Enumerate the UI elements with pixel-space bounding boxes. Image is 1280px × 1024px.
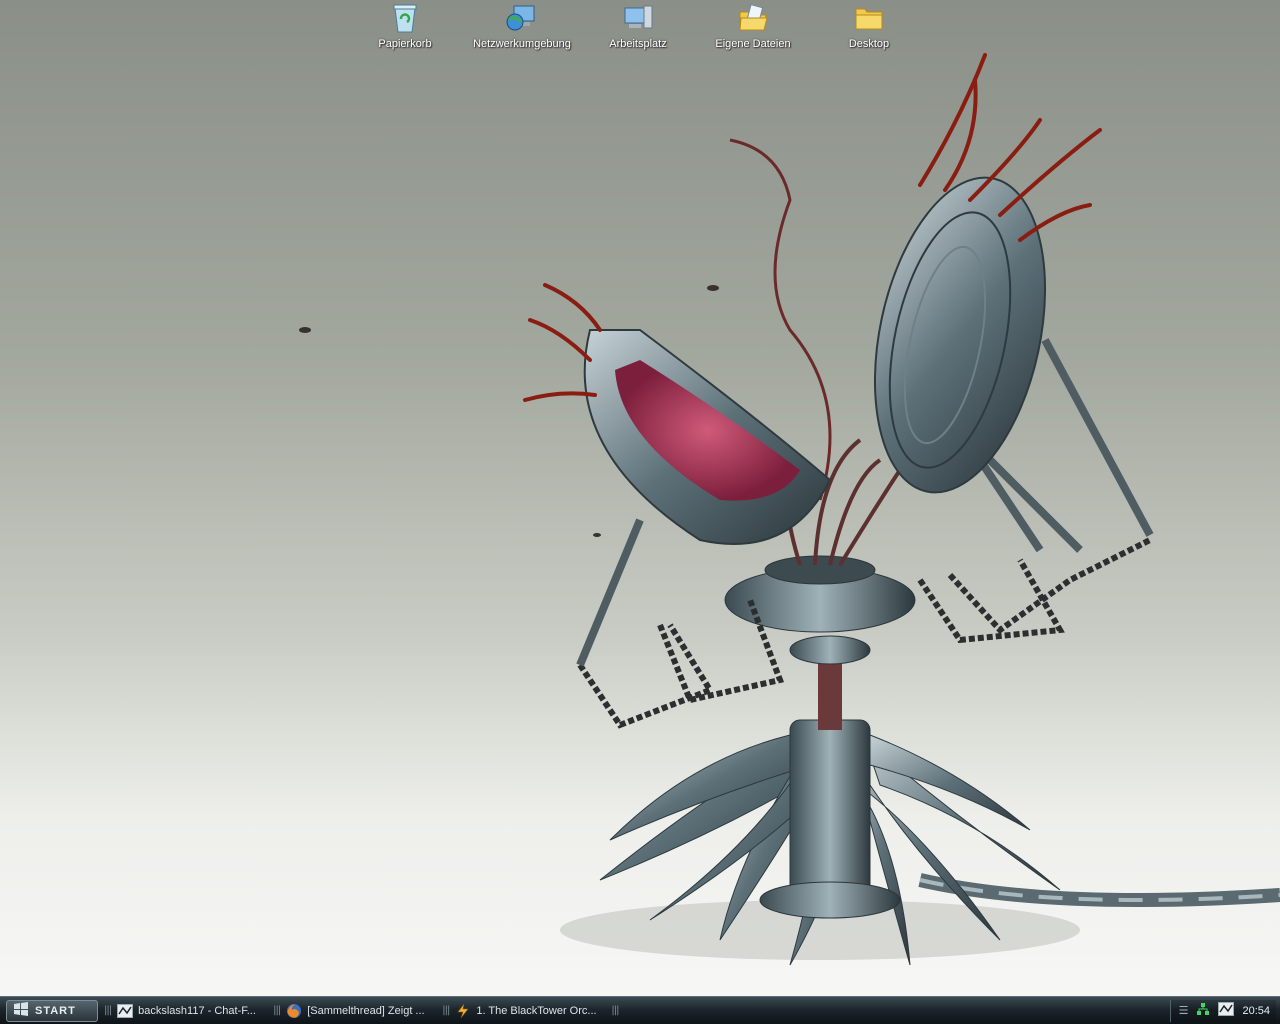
computer-icon	[622, 2, 654, 34]
desktop-icon-label: Netzwerkumgebung	[473, 38, 571, 50]
desktop-icon-label: Desktop	[848, 38, 890, 50]
desktop-icon-papierkorb[interactable]: Papierkorb	[350, 2, 460, 56]
taskbar-item-chat[interactable]: backslash117 - Chat-F...	[117, 1000, 267, 1022]
desktop-icon-label: Eigene Dateien	[715, 38, 791, 50]
chat-window-icon	[117, 1003, 134, 1019]
taskbar-item-label: [Sammelthread] Zeigt ...	[307, 1004, 425, 1017]
recycle-bin-icon	[389, 2, 421, 34]
taskbar-separator: |||	[273, 1005, 281, 1016]
desktop-icon-arbeitsplatz[interactable]: Arbeitsplatz	[583, 2, 693, 56]
network-tray-icon[interactable]	[1196, 1001, 1210, 1020]
taskbar-item-label: 1. The BlackTower Orc...	[476, 1004, 597, 1017]
firefox-icon	[286, 1003, 302, 1019]
taskbar: START ||| backslash117 - Chat-F... ||| […	[0, 996, 1280, 1024]
winamp-icon	[455, 1003, 471, 1019]
windows-logo-icon	[13, 1002, 29, 1019]
taskbar-item-label: backslash117 - Chat-F...	[138, 1004, 256, 1017]
system-tray: ☰ 20:54	[1170, 999, 1276, 1022]
clock[interactable]: 20:54	[1242, 1005, 1270, 1017]
desktop-icon-eigene-dateien[interactable]: Eigene Dateien	[698, 2, 808, 56]
taskbar-item-winamp[interactable]: 1. The BlackTower Orc...	[455, 1000, 605, 1022]
desktop-icon-label: Papierkorb	[378, 38, 432, 50]
app-tray-icon[interactable]	[1218, 1001, 1235, 1020]
taskbar-item-sammelthread[interactable]: [Sammelthread] Zeigt ...	[286, 1000, 436, 1022]
desktop-icon-desktop[interactable]: Desktop	[814, 2, 924, 56]
tray-menu-icon[interactable]: ☰	[1179, 1004, 1189, 1017]
taskbar-separator: |||	[611, 1005, 619, 1016]
documents-folder-icon	[737, 2, 769, 34]
network-icon	[506, 2, 538, 34]
start-label: START	[35, 1004, 76, 1017]
desktop-icon-netzwerkumgebung[interactable]: Netzwerkumgebung	[467, 2, 577, 56]
desktop-icon-label: Arbeitsplatz	[609, 38, 667, 50]
taskbar-separator: |||	[442, 1005, 450, 1016]
wallpaper-mechanical-plant	[299, 53, 1280, 966]
desktop-icon-area: Papierkorb Netzwerkumgebung Arbeitsplatz…	[0, 0, 1280, 60]
folder-icon	[853, 2, 885, 34]
taskbar-grip[interactable]: |||	[104, 1005, 112, 1016]
start-button[interactable]: START	[6, 999, 98, 1022]
